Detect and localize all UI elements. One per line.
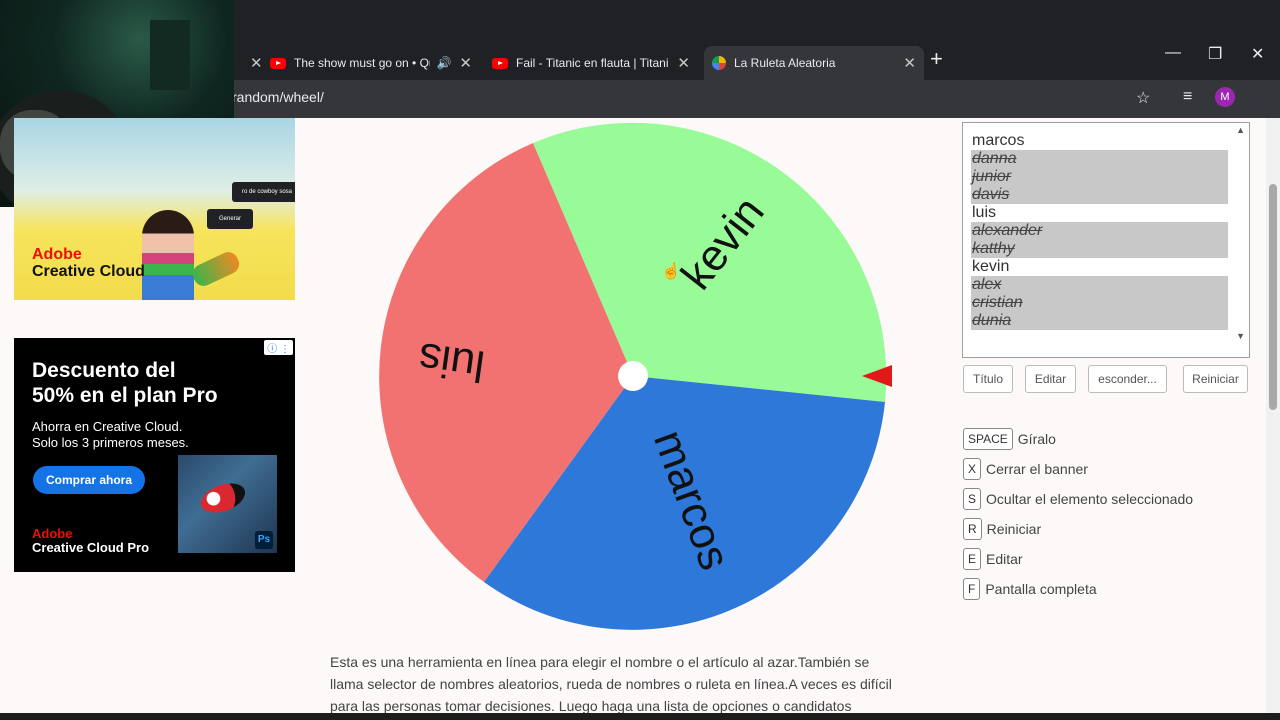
window-close-icon[interactable]: ✕ [1251,44,1264,64]
wheel-center-knob[interactable] [618,361,648,391]
shortcut-reset: R Reiniciar [963,517,1041,541]
shortcut-spin: SPACE Gíralo [963,427,1056,451]
shortcut-label: Reiniciar [986,521,1042,537]
key-r: R [963,518,982,540]
close-icon[interactable]: ✕ [903,54,916,72]
list-item[interactable]: kevin [971,258,1228,276]
list-item[interactable]: marcos [971,132,1228,150]
key-space: SPACE [963,428,1013,450]
close-icon[interactable]: ✕ [677,54,690,72]
random-wheel[interactable]: kevin marcos luis [379,121,887,631]
shortcut-label: Pantalla completa [985,581,1097,597]
ad-headline: Descuento del 50% en el plan Pro [32,359,218,407]
speaker-icon[interactable]: 🔊 [436,56,451,70]
shortcut-edit: E Editar [963,547,1023,571]
adobe-logo-text: Adobe [32,526,73,541]
shortcut-fullscreen: F Pantalla completa [963,577,1097,601]
tab-title: The show must go on • Qu [294,56,431,70]
scroll-up-icon[interactable]: ▲ [1236,125,1245,135]
ad-brand-text: Creative Cloud [32,263,145,280]
bookmark-star-icon[interactable]: ☆ [1136,88,1150,108]
restore-icon[interactable]: ❐ [1208,44,1222,64]
buy-now-button[interactable]: Comprar ahora [33,466,145,494]
list-item-hidden[interactable]: katthy [971,240,1228,258]
reset-button[interactable]: Reiniciar [1183,365,1248,393]
wheel-pointer-icon [862,365,892,387]
list-item-hidden[interactable]: junior [971,168,1228,186]
list-item-hidden[interactable]: davis [971,186,1228,204]
taskbar-strip [0,713,1280,720]
minimize-icon[interactable]: — [1165,44,1181,62]
shortcut-label: Gíralo [1017,431,1056,447]
list-item-hidden[interactable]: danna [971,150,1228,168]
title-button[interactable]: Título [963,365,1013,393]
edit-button[interactable]: Editar [1025,365,1076,393]
wheel-favicon-icon [712,56,726,70]
media-control-icon[interactable]: ≡ [1183,88,1192,106]
youtube-icon [270,57,286,69]
ad-model-image [142,210,194,300]
tab-titanic-flauta[interactable]: Fail - Titanic en flauta | Titanic fl ✕ [484,46,698,80]
tab-title: Fail - Titanic en flauta | Titanic fl [516,56,670,70]
close-icon[interactable]: ✕ [459,54,472,72]
profile-avatar[interactable]: M [1215,87,1235,107]
page-scrollbar[interactable] [1266,118,1280,714]
list-item-hidden[interactable]: alexander [971,222,1228,240]
list-item-hidden[interactable]: cristian [971,294,1228,312]
youtube-icon [492,57,508,69]
key-x: X [963,458,982,480]
ad-prompt-chip: ro de cowboy sosa [232,182,295,202]
ad-subtext: Ahorra en Creative Cloud. Solo los 3 pri… [32,419,189,450]
key-f: F [963,578,981,600]
adobe-ad-banner[interactable]: ro de cowboy sosa Generar Adobe Creative… [14,118,295,300]
ad-brand-text: Creative Cloud Pro [32,540,150,555]
key-e: E [963,548,982,570]
photoshop-icon: Ps [255,531,273,549]
hide-button[interactable]: esconder... [1088,365,1167,393]
ad-generate-chip: Generar [207,209,253,229]
wheel-label-luis: luis [415,333,487,391]
list-item-hidden[interactable]: alex [971,276,1228,294]
close-icon[interactable]: ✕ [250,54,263,72]
tab-ruleta-aleatoria[interactable]: La Ruleta Aleatoria ✕ [704,46,924,80]
tab-title: La Ruleta Aleatoria [734,56,836,70]
tab-partial[interactable]: ✕ [234,46,263,80]
shortcut-label: Cerrar el banner [986,461,1088,477]
shortcut-hide-selected: S Ocultar el elemento seleccionado [963,487,1193,511]
scroll-down-icon[interactable]: ▼ [1236,331,1245,341]
shortcut-label: Ocultar el elemento seleccionado [986,491,1194,507]
shortcut-label: Editar [986,551,1023,567]
shortcut-close-banner: X Cerrar el banner [963,457,1088,481]
ad-frog-image: Ps [178,455,277,553]
address-bar[interactable]: random/wheel/ [232,89,324,105]
tab-show-must-go-on[interactable]: The show must go on • Qu 🔊 ✕ [262,46,480,80]
new-tab-button[interactable]: + [930,46,943,72]
names-textarea[interactable]: marcos danna junior davis luis alexander… [962,122,1250,358]
list-item-hidden[interactable]: dunia [971,312,1228,330]
adobe-logo-text: Adobe [32,246,82,263]
adobe-pro-ad[interactable]: ⓘ ⋮ Descuento del 50% en el plan Pro Aho… [14,338,295,572]
list-item[interactable]: luis [971,204,1228,222]
description-paragraph: Esta es una herramienta en línea para el… [330,654,892,714]
ad-info-icon[interactable]: ⓘ ⋮ [264,340,293,355]
hand-cursor-icon: ☝ [661,263,681,280]
scrollbar-thumb[interactable] [1269,184,1277,410]
key-s: S [963,488,982,510]
